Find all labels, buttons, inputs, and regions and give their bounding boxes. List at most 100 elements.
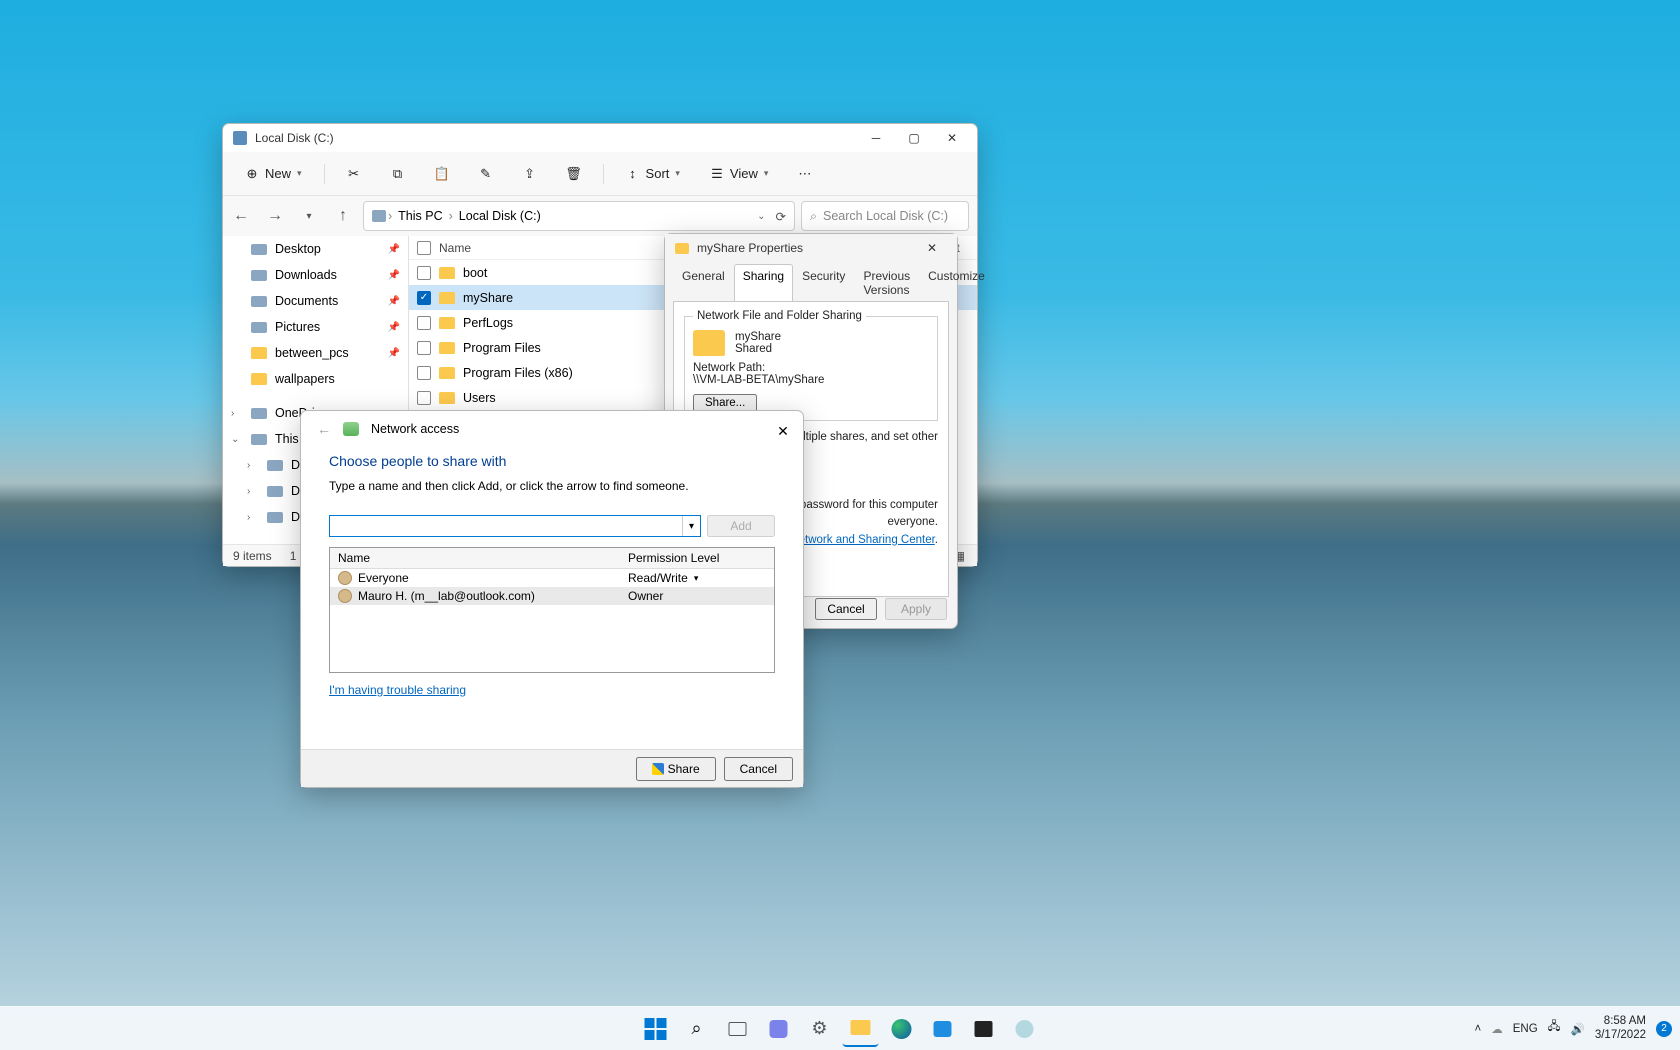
new-button[interactable]: ⊕New ▾	[237, 162, 310, 185]
taskbar[interactable]: ⌕ ⚙ ˄ ☁ ENG 🖧 🔊 8:58 AM 3/17/2022 2	[0, 1006, 1680, 1050]
chat-icon	[770, 1020, 788, 1038]
tab-previous-versions[interactable]: Previous Versions	[854, 264, 919, 301]
sidebar-item[interactable]: wallpapers	[223, 366, 408, 392]
row-checkbox[interactable]	[417, 266, 431, 280]
chevron-icon[interactable]: ›	[247, 512, 250, 523]
chevron-icon[interactable]: ⌄	[231, 434, 239, 445]
tab-sharing[interactable]: Sharing	[734, 264, 793, 301]
system-folder-icon	[251, 322, 267, 333]
sidebar-item[interactable]: Downloads📌	[223, 262, 408, 288]
language-indicator[interactable]: ENG	[1513, 1023, 1538, 1035]
sidebar-item[interactable]: between_pcs📌	[223, 340, 408, 366]
select-all-checkbox[interactable]	[417, 241, 431, 255]
tab-general[interactable]: General	[673, 264, 734, 301]
sort-button[interactable]: ↕Sort ▾	[618, 162, 688, 185]
paste-button[interactable]: 📋	[427, 163, 457, 185]
dialog-caption: Network access	[371, 422, 459, 436]
name-input[interactable]	[330, 516, 682, 536]
tray-expand-icon[interactable]: ˄	[1475, 1023, 1482, 1035]
properties-titlebar[interactable]: myShare Properties ✕	[665, 234, 957, 262]
chevron-down-icon[interactable]: ⌄	[757, 211, 765, 222]
view-button[interactable]: ☰View ▾	[702, 162, 776, 185]
tab-security[interactable]: Security	[793, 264, 854, 301]
sidebar-item[interactable]: Documents📌	[223, 288, 408, 314]
start-button[interactable]	[638, 1011, 674, 1047]
refresh-button[interactable]: ⟳	[776, 209, 786, 224]
share-row[interactable]: Mauro H. (m__lab@outlook.com)Owner	[330, 587, 774, 605]
column-permission[interactable]: Permission Level	[620, 548, 727, 568]
sidebar-item[interactable]: Pictures📌	[223, 314, 408, 340]
settings-button[interactable]: ⚙	[802, 1011, 838, 1047]
row-checkbox[interactable]	[417, 366, 431, 380]
row-checkbox[interactable]	[417, 341, 431, 355]
explorer-titlebar[interactable]: Local Disk (C:) ─ ▢ ✕	[223, 124, 977, 152]
forward-button[interactable]: →	[261, 202, 289, 230]
system-folder-icon	[251, 296, 267, 307]
share-button[interactable]: Share	[636, 757, 716, 781]
chat-button[interactable]	[761, 1011, 797, 1047]
cancel-button[interactable]: Cancel	[815, 598, 877, 620]
back-icon[interactable]: ←	[317, 421, 331, 437]
delete-button[interactable]: 🗑	[559, 163, 589, 185]
more-button[interactable]: ⋯	[790, 162, 819, 186]
share-button[interactable]: ⇪	[515, 163, 545, 185]
dialog-title: myShare Properties	[697, 241, 803, 255]
task-view-button[interactable]	[720, 1011, 756, 1047]
folder-icon	[251, 373, 267, 385]
tab-customize[interactable]: Customize	[919, 264, 994, 301]
apply-button[interactable]: Apply	[885, 598, 947, 620]
help-link[interactable]: I'm having trouble sharing	[329, 683, 466, 697]
chevron-icon[interactable]: ›	[231, 408, 234, 419]
volume-icon[interactable]: 🔊	[1571, 1022, 1585, 1036]
edge-button[interactable]	[884, 1011, 920, 1047]
name-combobox[interactable]: ▾	[329, 515, 701, 537]
address-bar[interactable]: › This PC › Local Disk (C:) ⌄ ⟳	[363, 201, 795, 231]
rename-button[interactable]: ✎	[471, 163, 501, 185]
chevron-icon[interactable]: ›	[247, 460, 250, 471]
dialog-description: Type a name and then click Add, or click…	[329, 479, 775, 493]
pin-icon: 📌	[388, 244, 400, 255]
folder-icon	[439, 317, 455, 329]
dropdown-button[interactable]: ▾	[682, 516, 700, 536]
address-row: ← → ▾ ↑ › This PC › Local Disk (C:) ⌄ ⟳ …	[223, 196, 977, 236]
search-button[interactable]: ⌕	[679, 1011, 715, 1047]
close-button[interactable]: ✕	[913, 235, 951, 261]
cancel-button[interactable]: Cancel	[724, 757, 793, 781]
copy-button[interactable]: ⧉	[383, 163, 413, 185]
back-button[interactable]: ←	[227, 202, 255, 230]
edge-icon	[892, 1019, 912, 1039]
cut-icon: ✂	[347, 167, 361, 181]
row-checkbox[interactable]	[417, 391, 431, 405]
chevron-icon[interactable]: ›	[247, 486, 250, 497]
explorer-button[interactable]	[843, 1011, 879, 1047]
recent-button[interactable]: ▾	[295, 202, 323, 230]
person-icon	[338, 589, 352, 603]
close-button[interactable]: ✕	[933, 125, 971, 151]
onedrive-icon[interactable]: ☁	[1491, 1022, 1503, 1036]
clock[interactable]: 8:58 AM 3/17/2022	[1595, 1015, 1646, 1043]
sidebar-item[interactable]: Desktop📌	[223, 236, 408, 262]
row-checkbox[interactable]	[417, 316, 431, 330]
breadcrumb[interactable]: Local Disk (C:)	[455, 209, 545, 223]
search-input[interactable]: ⌕ Search Local Disk (C:)	[801, 201, 969, 231]
folder-icon	[675, 243, 689, 254]
up-button[interactable]: ↑	[329, 202, 357, 230]
app-button[interactable]	[1007, 1011, 1043, 1047]
row-checkbox[interactable]: ✓	[417, 291, 431, 305]
add-button[interactable]: Add	[707, 515, 775, 537]
network-access-dialog: ✕ ← Network access Choose people to shar…	[300, 410, 804, 788]
network-sharing-center-link[interactable]: Network and Sharing Center	[790, 534, 934, 546]
share-row[interactable]: EveryoneRead/Write ▾	[330, 569, 774, 587]
breadcrumb[interactable]: This PC	[394, 209, 446, 223]
sort-icon: ↕	[626, 167, 640, 181]
terminal-button[interactable]	[966, 1011, 1002, 1047]
notification-badge[interactable]: 2	[1656, 1021, 1672, 1037]
network-icon[interactable]: 🖧	[1548, 1019, 1561, 1038]
store-button[interactable]	[925, 1011, 961, 1047]
close-button[interactable]: ✕	[771, 419, 795, 443]
copy-icon: ⧉	[391, 167, 405, 181]
maximize-button[interactable]: ▢	[895, 125, 933, 151]
column-name[interactable]: Name	[330, 548, 620, 568]
cut-button[interactable]: ✂	[339, 163, 369, 185]
minimize-button[interactable]: ─	[857, 125, 895, 151]
